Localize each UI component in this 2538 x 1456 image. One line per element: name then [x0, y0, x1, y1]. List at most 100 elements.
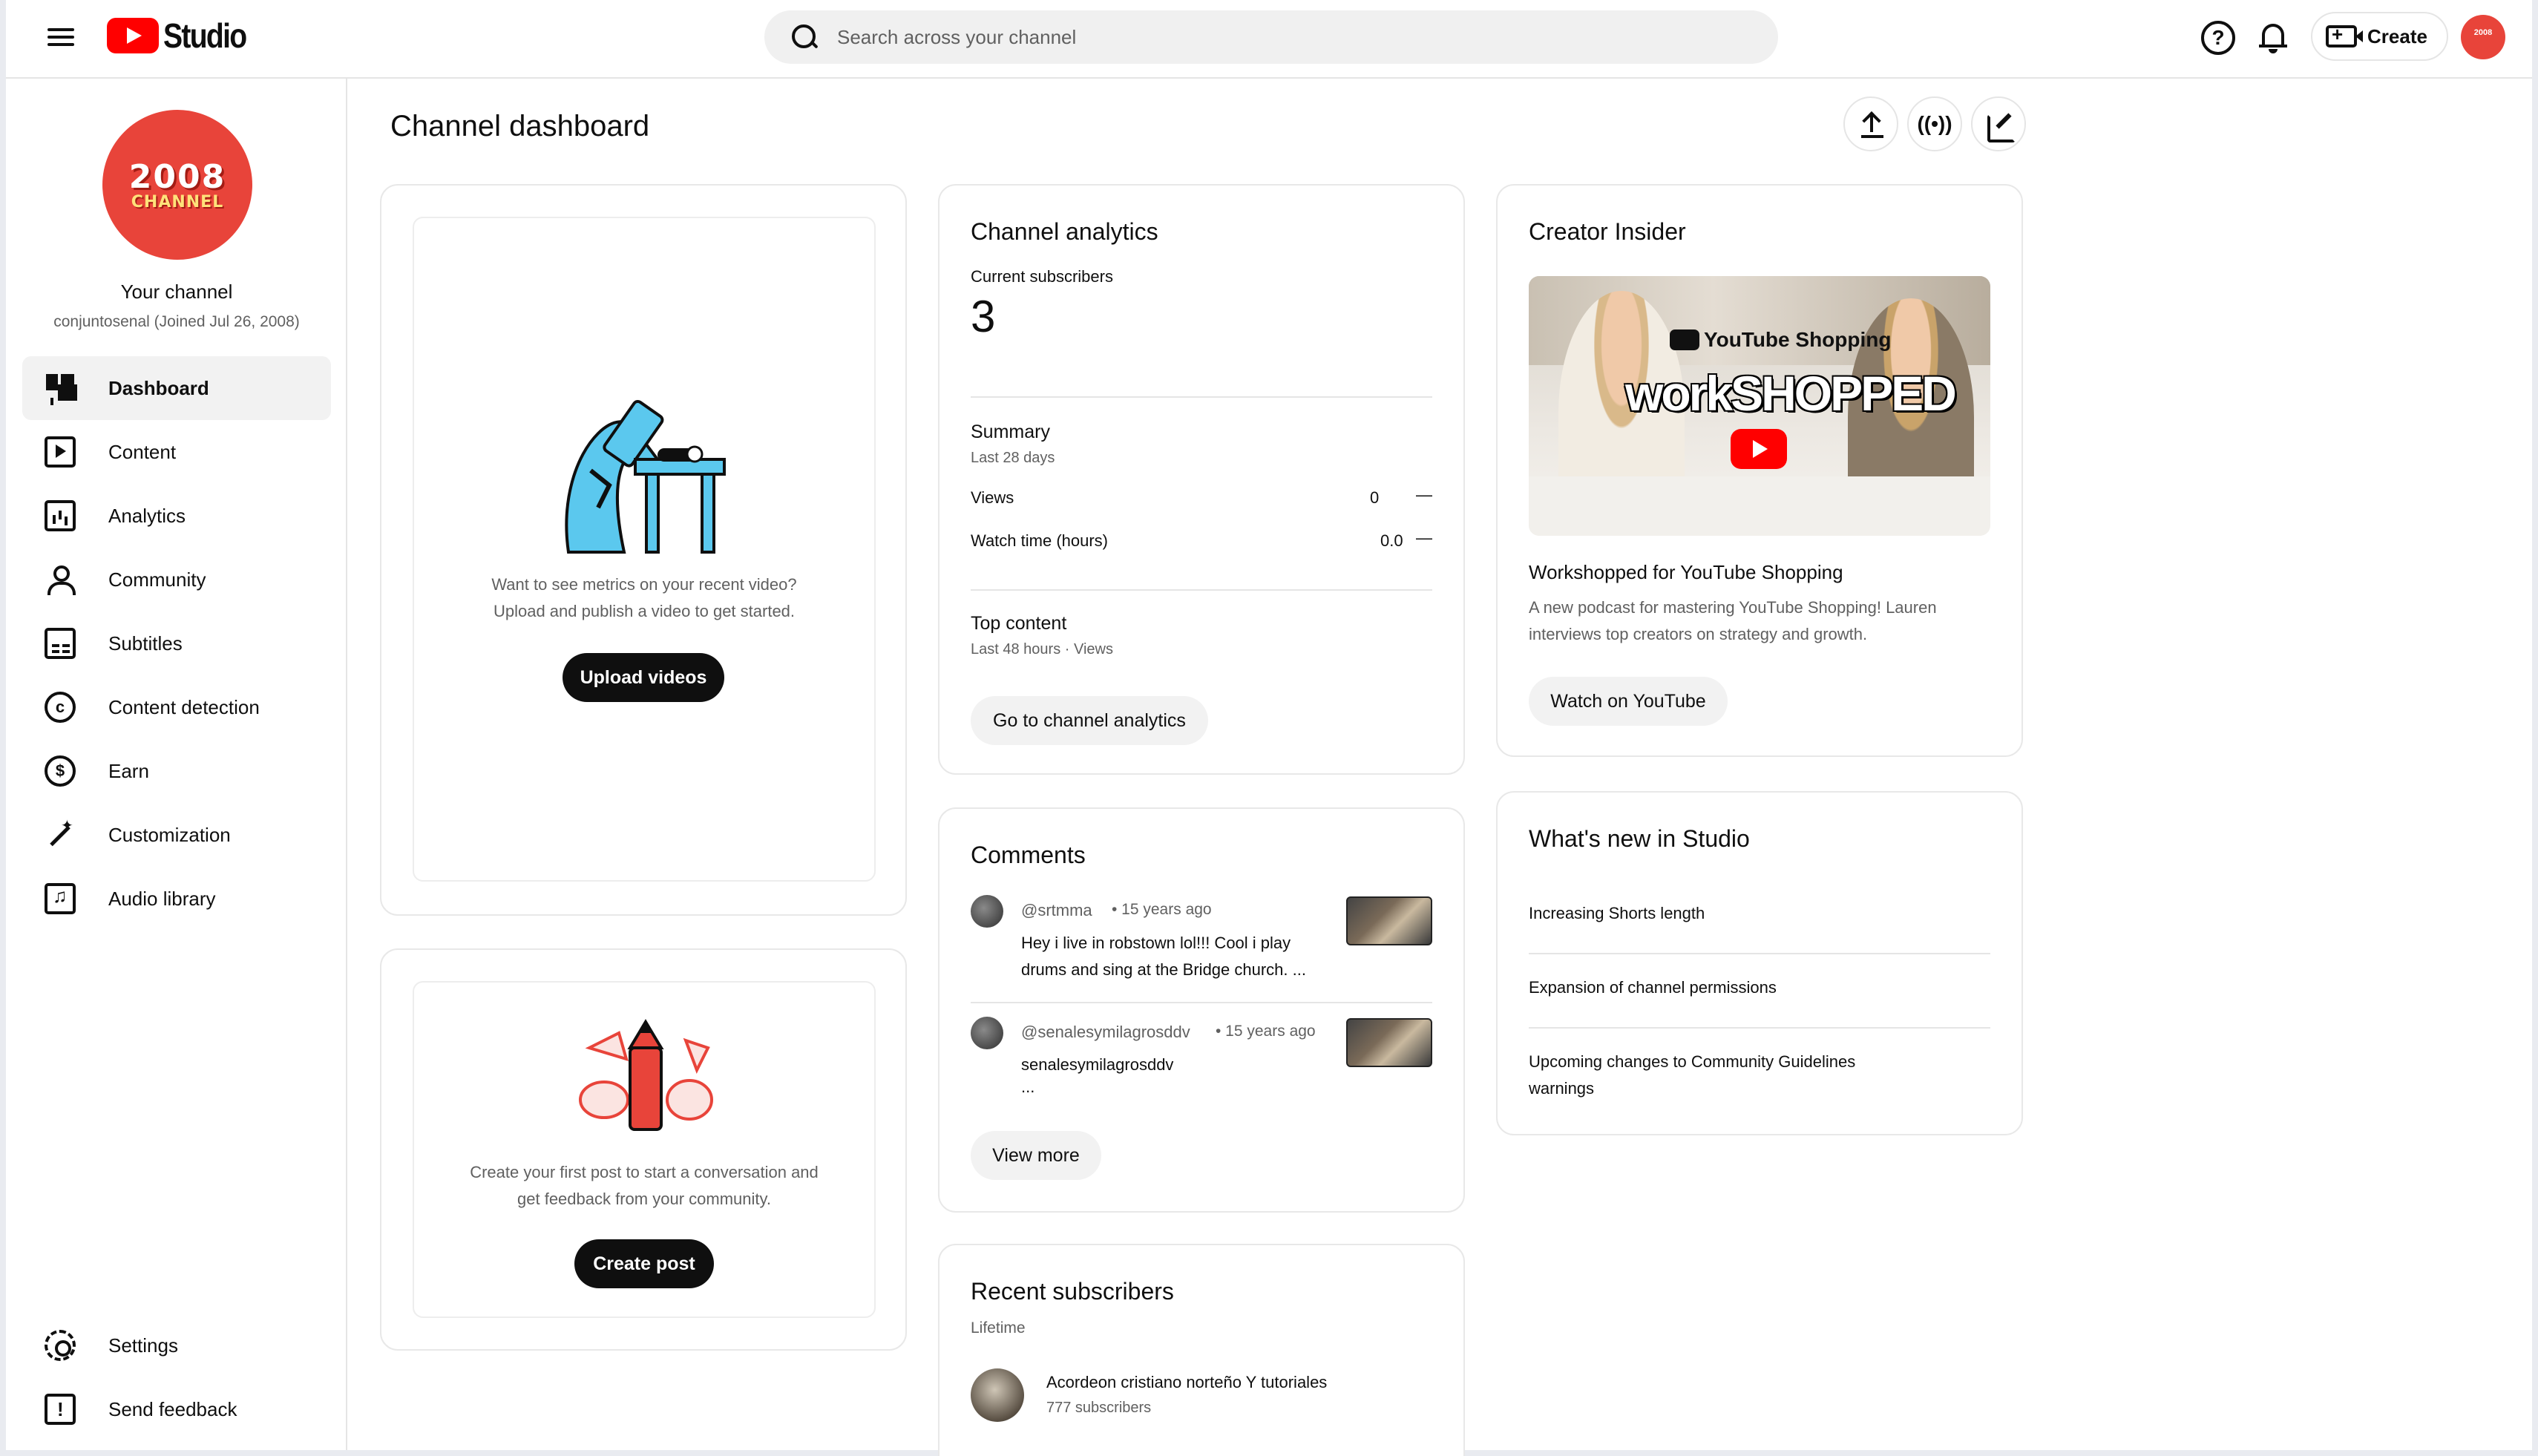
thumb-brand: YouTube Shopping	[1670, 328, 1891, 352]
sidebar-item-label: Analytics	[108, 504, 186, 527]
audio-library-icon	[45, 883, 76, 914]
go-live-icon[interactable]: ((•))	[1907, 96, 1962, 151]
avatar[interactable]	[971, 895, 1003, 928]
sidebar-item-label: Audio library	[108, 887, 216, 910]
sidebar-item-dashboard[interactable]: Dashboard	[22, 356, 331, 420]
logo-text: Studio	[163, 16, 247, 55]
channel-avatar-line2: CHANNEL	[131, 193, 224, 211]
account-avatar[interactable]: 2008	[2461, 15, 2505, 59]
whats-new-card: What's new in Studio Increasing Shorts l…	[1496, 791, 2023, 1135]
divider	[971, 396, 1432, 398]
upload-icon[interactable]	[1843, 96, 1898, 151]
feedback-icon	[45, 1394, 76, 1425]
video-thumbnail[interactable]	[1346, 1018, 1432, 1067]
menu-icon[interactable]	[46, 24, 76, 53]
thumb-title: workSHOPPED	[1625, 366, 1957, 421]
watch-time-trend: —	[1416, 528, 1432, 547]
sidebar-item-label: Dashboard	[108, 376, 209, 399]
upload-videos-button[interactable]: Upload videos	[563, 653, 724, 702]
help-icon[interactable]: ?	[2201, 21, 2235, 55]
comment-time: • 15 years ago	[1216, 1023, 1316, 1040]
comments-title: Comments	[971, 842, 1086, 868]
top-header: Studio ? Create 2008	[6, 0, 2532, 79]
sidebar-item-label: Content detection	[108, 695, 260, 718]
channel-analytics-card: Channel analytics Current subscribers 3 …	[938, 184, 1465, 775]
sidebar-nav: Dashboard Content Analytics Community Su…	[22, 356, 331, 931]
sidebar-item-content[interactable]: Content	[22, 420, 331, 484]
divider	[1529, 953, 1990, 954]
whats-new-item[interactable]: Expansion of channel permissions	[1529, 978, 1777, 997]
avatar[interactable]	[971, 1017, 1003, 1049]
page-title: Channel dashboard	[390, 110, 650, 142]
top-content-title: Top content	[971, 613, 1067, 634]
sidebar-item-content-detection[interactable]: c Content detection	[22, 675, 331, 739]
dashboard-icon	[45, 373, 76, 404]
views-label: Views	[971, 488, 1014, 507]
create-video-icon	[2326, 23, 2363, 47]
recent-subscribers-period: Lifetime	[971, 1319, 1026, 1337]
subtitles-icon	[45, 628, 76, 659]
studio-logo[interactable]: Studio	[107, 16, 260, 55]
top-content-period: Last 48 hours · Views	[971, 641, 1113, 658]
comment-text-line2: ...	[1021, 1078, 1035, 1096]
gear-icon	[45, 1330, 76, 1361]
magic-wand-icon	[45, 816, 76, 850]
whats-new-item[interactable]: Upcoming changes to Community Guidelines	[1529, 1052, 1855, 1072]
comment-author[interactable]: @srtmma	[1021, 901, 1092, 920]
comment-text-line2: drums and sing at the Bridge church. ...	[1021, 960, 1306, 979]
sidebar-item-send-feedback[interactable]: Send feedback	[22, 1377, 331, 1441]
thumb-table	[1529, 476, 1990, 536]
whats-new-item[interactable]: Increasing Shorts length	[1529, 904, 1705, 923]
view-more-button[interactable]: View more	[971, 1131, 1101, 1180]
search-bar[interactable]	[764, 10, 1778, 64]
whats-new-item-continued[interactable]: warnings	[1529, 1079, 1594, 1098]
whats-new-title: What's new in Studio	[1529, 825, 1750, 852]
create-post-prompt-line2: get feedback from your community.	[517, 1190, 771, 1208]
sidebar-item-settings[interactable]: Settings	[22, 1314, 331, 1377]
watch-on-youtube-button[interactable]: Watch on YouTube	[1529, 677, 1728, 726]
search-input[interactable]	[837, 25, 1728, 49]
create-post-card: Create your first post to start a conver…	[380, 948, 907, 1351]
create-button[interactable]: Create	[2311, 12, 2448, 61]
search-icon[interactable]	[790, 22, 819, 52]
sidebar: 2008 CHANNEL Your channel conjuntosenal …	[6, 79, 347, 1450]
video-thumbnail[interactable]: YouTube Shopping workSHOPPED	[1529, 276, 1990, 536]
sidebar-item-subtitles[interactable]: Subtitles	[22, 611, 331, 675]
community-icon	[45, 564, 76, 595]
sidebar-item-earn[interactable]: $ Earn	[22, 739, 331, 803]
comment-author[interactable]: @senalesymilagrosddv	[1021, 1023, 1190, 1042]
comment-text-line1: Hey i live in robstown lol!!! Cool i pla…	[1021, 934, 1291, 952]
sidebar-item-label: Community	[108, 568, 206, 591]
sidebar-item-label: Customization	[108, 823, 231, 846]
divider	[1529, 1027, 1990, 1029]
views-value: 0	[1370, 488, 1380, 507]
sidebar-item-label: Content	[108, 440, 177, 463]
comment-time: • 15 years ago	[1112, 901, 1212, 918]
sidebar-item-analytics[interactable]: Analytics	[22, 484, 331, 548]
channel-handle: conjuntosenal (Joined Jul 26, 2008)	[53, 313, 300, 330]
sidebar-item-label: Subtitles	[108, 632, 183, 655]
comments-card: Comments @srtmma • 15 years ago Hey i li…	[938, 807, 1465, 1213]
create-post-icon[interactable]	[1971, 96, 2026, 151]
watch-time-label: Watch time (hours)	[971, 531, 1109, 550]
bell-icon[interactable]	[2256, 21, 2290, 55]
avatar[interactable]	[971, 1368, 1024, 1422]
video-title[interactable]: Workshopped for YouTube Shopping	[1529, 561, 1843, 584]
play-icon	[1731, 429, 1787, 469]
go-to-analytics-button[interactable]: Go to channel analytics	[971, 696, 1208, 745]
sidebar-item-customization[interactable]: Customization	[22, 803, 331, 867]
channel-avatar[interactable]: 2008 CHANNEL	[102, 110, 252, 260]
upload-prompt-line2: Upload and publish a video to get starte…	[493, 602, 796, 620]
comment-text-line1: senalesymilagrosddv	[1021, 1055, 1174, 1074]
video-thumbnail[interactable]	[1346, 896, 1432, 945]
subscriber-count: 3	[971, 292, 996, 341]
subscriber-name[interactable]: Acordeon cristiano norteño Y tutoriales	[1046, 1373, 1327, 1392]
create-post-button[interactable]: Create post	[574, 1239, 714, 1288]
sidebar-item-label: Earn	[108, 759, 149, 782]
sidebar-item-audio-library[interactable]: Audio library	[22, 867, 331, 931]
sidebar-item-community[interactable]: Community	[22, 548, 331, 611]
youtube-play-icon	[107, 18, 159, 53]
copyright-icon: c	[45, 692, 76, 723]
video-description-line2: interviews top creators on strategy and …	[1529, 625, 1868, 643]
summary-period: Last 28 days	[971, 450, 1055, 466]
